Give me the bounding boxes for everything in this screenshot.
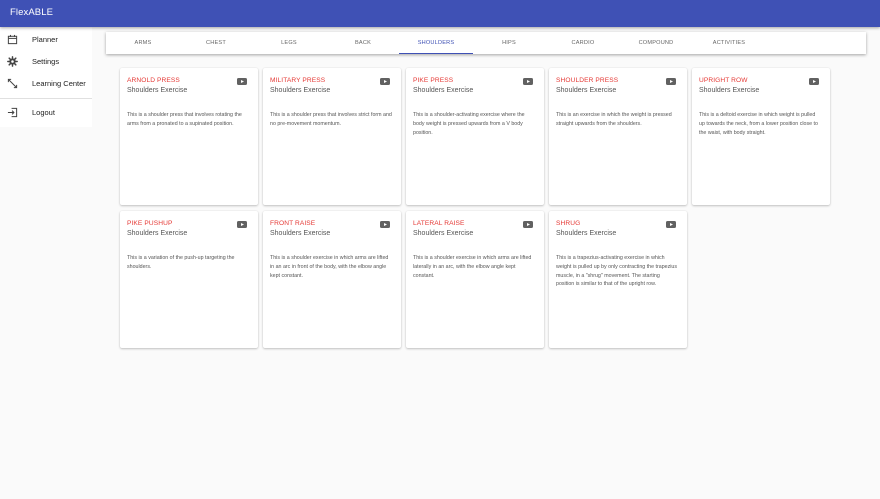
card-description: This is a deltoid exercise in which weig… bbox=[699, 112, 818, 136]
exercise-card-pike-pushup[interactable]: PIKE PUSHUP Shoulders Exercise This is a… bbox=[120, 211, 258, 348]
sidebar-item-learning-center[interactable]: Learning Center bbox=[0, 74, 92, 94]
card-subtitle: Shoulders Exercise bbox=[413, 87, 474, 94]
sidebar-divider bbox=[0, 98, 92, 99]
card-description: This is a trapezius-activating exercise … bbox=[556, 255, 678, 288]
gear-icon bbox=[7, 56, 18, 67]
card-description: This is a variation of the push-up targe… bbox=[127, 255, 235, 270]
exercise-card-lateral-raise[interactable]: LATERAL RAISE Shoulders Exercise This is… bbox=[406, 211, 544, 348]
card-title: LATERAL RAISE bbox=[413, 220, 465, 227]
card-title: ARNOLD PRESS bbox=[127, 77, 180, 84]
youtube-icon[interactable] bbox=[523, 78, 533, 85]
card-description: This is a shoulder press that involves r… bbox=[127, 112, 242, 127]
sidebar-item-settings[interactable]: Settings bbox=[0, 52, 92, 72]
sidebar: Planner Settings Learning Center Logout bbox=[0, 27, 92, 127]
tab-compound[interactable]: COMPOUND bbox=[619, 32, 693, 54]
app-bar: FlexABLE bbox=[0, 0, 880, 27]
card-description: This is a shoulder press that involves s… bbox=[270, 112, 392, 127]
tab-legs[interactable]: LEGS bbox=[252, 32, 326, 54]
youtube-icon[interactable] bbox=[809, 78, 819, 85]
youtube-icon[interactable] bbox=[666, 221, 676, 228]
sidebar-item-label: Logout bbox=[32, 108, 55, 117]
card-description: This is a shoulder exercise in which arm… bbox=[413, 255, 532, 279]
card-title: SHRUG bbox=[556, 220, 581, 227]
card-title: UPRIGHT ROW bbox=[699, 77, 748, 84]
sidebar-item-label: Learning Center bbox=[32, 79, 86, 88]
youtube-icon[interactable] bbox=[237, 221, 247, 228]
sidebar-item-label: Planner bbox=[32, 35, 58, 44]
expand-arrows-icon bbox=[7, 78, 18, 89]
calendar-icon bbox=[7, 34, 18, 45]
card-title: SHOULDER PRESS bbox=[556, 77, 619, 84]
card-subtitle: Shoulders Exercise bbox=[270, 230, 331, 237]
card-subtitle: Shoulders Exercise bbox=[127, 87, 188, 94]
card-title: FRONT RAISE bbox=[270, 220, 316, 227]
youtube-icon[interactable] bbox=[523, 221, 533, 228]
card-subtitle: Shoulders Exercise bbox=[699, 87, 760, 94]
tab-back[interactable]: BACK bbox=[326, 32, 400, 54]
app-title: FlexABLE bbox=[10, 7, 54, 18]
card-description: This is a shoulder-activating exercise w… bbox=[413, 112, 525, 136]
exercise-card-arnold-press[interactable]: ARNOLD PRESS Shoulders Exercise This is … bbox=[120, 68, 258, 205]
exercise-card-shrug[interactable]: SHRUG Shoulders Exercise This is a trape… bbox=[549, 211, 687, 348]
tab-chest[interactable]: CHEST bbox=[179, 32, 253, 54]
sidebar-item-logout[interactable]: Logout bbox=[0, 103, 92, 123]
card-title: MILITARY PRESS bbox=[270, 77, 326, 84]
card-description: This is a shoulder exercise in which arm… bbox=[270, 255, 389, 279]
card-title: PIKE PUSHUP bbox=[127, 220, 173, 227]
tab-hips[interactable]: HIPS bbox=[472, 32, 546, 54]
tab-activities[interactable]: ACTIVITIES bbox=[692, 32, 766, 54]
card-subtitle: Shoulders Exercise bbox=[270, 87, 331, 94]
card-subtitle: Shoulders Exercise bbox=[556, 87, 617, 94]
logout-icon bbox=[7, 107, 18, 118]
youtube-icon[interactable] bbox=[380, 78, 390, 85]
sidebar-item-planner[interactable]: Planner bbox=[0, 30, 92, 50]
tab-cardio[interactable]: CARDIO bbox=[546, 32, 620, 54]
exercise-card-military-press[interactable]: MILITARY PRESS Shoulders Exercise This i… bbox=[263, 68, 401, 205]
exercise-card-upright-row[interactable]: UPRIGHT ROW Shoulders Exercise This is a… bbox=[692, 68, 830, 205]
tab-arms[interactable]: ARMS bbox=[106, 32, 180, 54]
youtube-icon[interactable] bbox=[380, 221, 390, 228]
card-subtitle: Shoulders Exercise bbox=[556, 230, 617, 237]
exercise-card-shoulder-press[interactable]: SHOULDER PRESS Shoulders Exercise This i… bbox=[549, 68, 687, 205]
card-subtitle: Shoulders Exercise bbox=[127, 230, 188, 237]
card-description: This is an exercise in which the weight … bbox=[556, 112, 672, 127]
category-tabs: ARMS CHEST LEGS BACK SHOULDERS HIPS CARD… bbox=[106, 32, 866, 54]
tab-shoulders[interactable]: SHOULDERS bbox=[399, 32, 473, 54]
youtube-icon[interactable] bbox=[666, 78, 676, 85]
youtube-icon[interactable] bbox=[237, 78, 247, 85]
exercise-card-pike-press[interactable]: PIKE PRESS Shoulders Exercise This is a … bbox=[406, 68, 544, 205]
card-subtitle: Shoulders Exercise bbox=[413, 230, 474, 237]
exercise-card-front-raise[interactable]: FRONT RAISE Shoulders Exercise This is a… bbox=[263, 211, 401, 348]
sidebar-item-label: Settings bbox=[32, 57, 60, 66]
card-title: PIKE PRESS bbox=[413, 77, 454, 84]
